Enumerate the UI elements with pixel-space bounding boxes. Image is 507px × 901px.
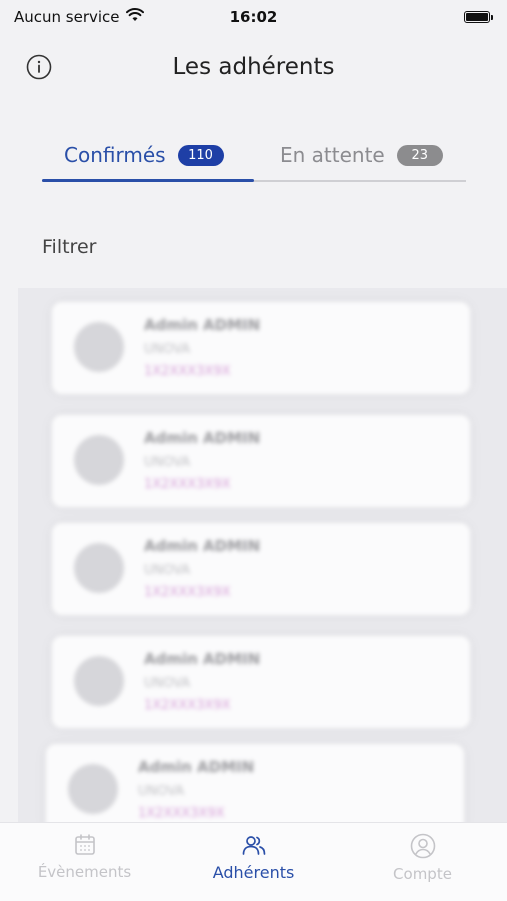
member-name: Admin ADMIN xyxy=(138,758,255,776)
avatar xyxy=(74,322,124,372)
info-button[interactable] xyxy=(26,54,52,80)
member-number: 1X2XXX3X9X xyxy=(144,364,231,379)
members-list[interactable]: Admin ADMIN UNOVA 1X2XXX3X9X Admin ADMIN… xyxy=(18,288,507,822)
page-title: Les adhérents xyxy=(172,54,335,80)
list-item[interactable]: Admin ADMIN UNOVA 1X2XXX3X9X xyxy=(52,415,470,507)
carrier-group: Aucun service xyxy=(14,8,144,26)
carrier-label: Aucun service xyxy=(14,8,120,26)
nav-account[interactable]: Compte xyxy=(338,833,507,883)
filter-button[interactable]: Filtrer xyxy=(42,236,96,258)
nav-events[interactable]: Évènements xyxy=(0,833,169,881)
header: Les adhérents xyxy=(0,34,507,100)
member-name: Admin ADMIN xyxy=(144,429,261,447)
member-name: Admin ADMIN xyxy=(144,537,261,555)
member-org: UNOVA xyxy=(144,342,191,357)
member-number: 1X2XXX3X9X xyxy=(144,585,231,600)
member-name: Admin ADMIN xyxy=(144,316,261,334)
status-time: 16:02 xyxy=(229,8,278,26)
nav-members-label: Adhérents xyxy=(212,863,295,882)
nav-members[interactable]: Adhérents xyxy=(169,833,338,882)
member-number: 1X2XXX3X9X xyxy=(144,698,231,713)
calendar-icon xyxy=(74,834,95,855)
list-item[interactable]: Admin ADMIN UNOVA 1X2XXX3X9X xyxy=(46,744,464,822)
bottom-tab-bar: Évènements Adhérents Compte xyxy=(0,822,507,901)
member-number: 1X2XXX3X9X xyxy=(144,477,231,492)
confirmed-count-badge: 110 xyxy=(177,144,224,166)
member-org: UNOVA xyxy=(144,455,191,470)
member-org: UNOVA xyxy=(138,784,185,799)
tab-bar: Confirmés 110 En attente 23 xyxy=(42,130,466,182)
avatar xyxy=(68,764,118,814)
list-item[interactable]: Admin ADMIN UNOVA 1X2XXX3X9X xyxy=(52,523,470,615)
avatar xyxy=(74,656,124,706)
pending-count-badge: 23 xyxy=(396,144,443,166)
user-circle-icon xyxy=(410,833,435,859)
avatar xyxy=(74,435,124,485)
wifi-icon xyxy=(125,8,144,26)
tab-active-indicator xyxy=(42,179,254,182)
member-name: Admin ADMIN xyxy=(144,650,261,668)
member-number: 1X2XXX3X9X xyxy=(138,806,225,821)
battery-icon xyxy=(464,11,493,23)
nav-account-label: Compte xyxy=(393,865,452,883)
tab-confirmed-label: Confirmés xyxy=(64,143,166,167)
nav-events-label: Évènements xyxy=(37,863,132,881)
info-circle-icon xyxy=(26,54,52,80)
member-org: UNOVA xyxy=(144,676,191,691)
tab-confirmed[interactable]: Confirmés 110 xyxy=(64,130,224,180)
tab-pending-label: En attente xyxy=(280,143,385,167)
list-item[interactable]: Admin ADMIN UNOVA 1X2XXX3X9X xyxy=(52,302,470,394)
member-org: UNOVA xyxy=(144,563,191,578)
status-bar: Aucun service 16:02 xyxy=(0,0,507,34)
list-item[interactable]: Admin ADMIN UNOVA 1X2XXX3X9X xyxy=(52,636,470,728)
avatar xyxy=(74,543,124,593)
tab-pending[interactable]: En attente 23 xyxy=(280,130,443,180)
users-icon xyxy=(242,836,265,855)
